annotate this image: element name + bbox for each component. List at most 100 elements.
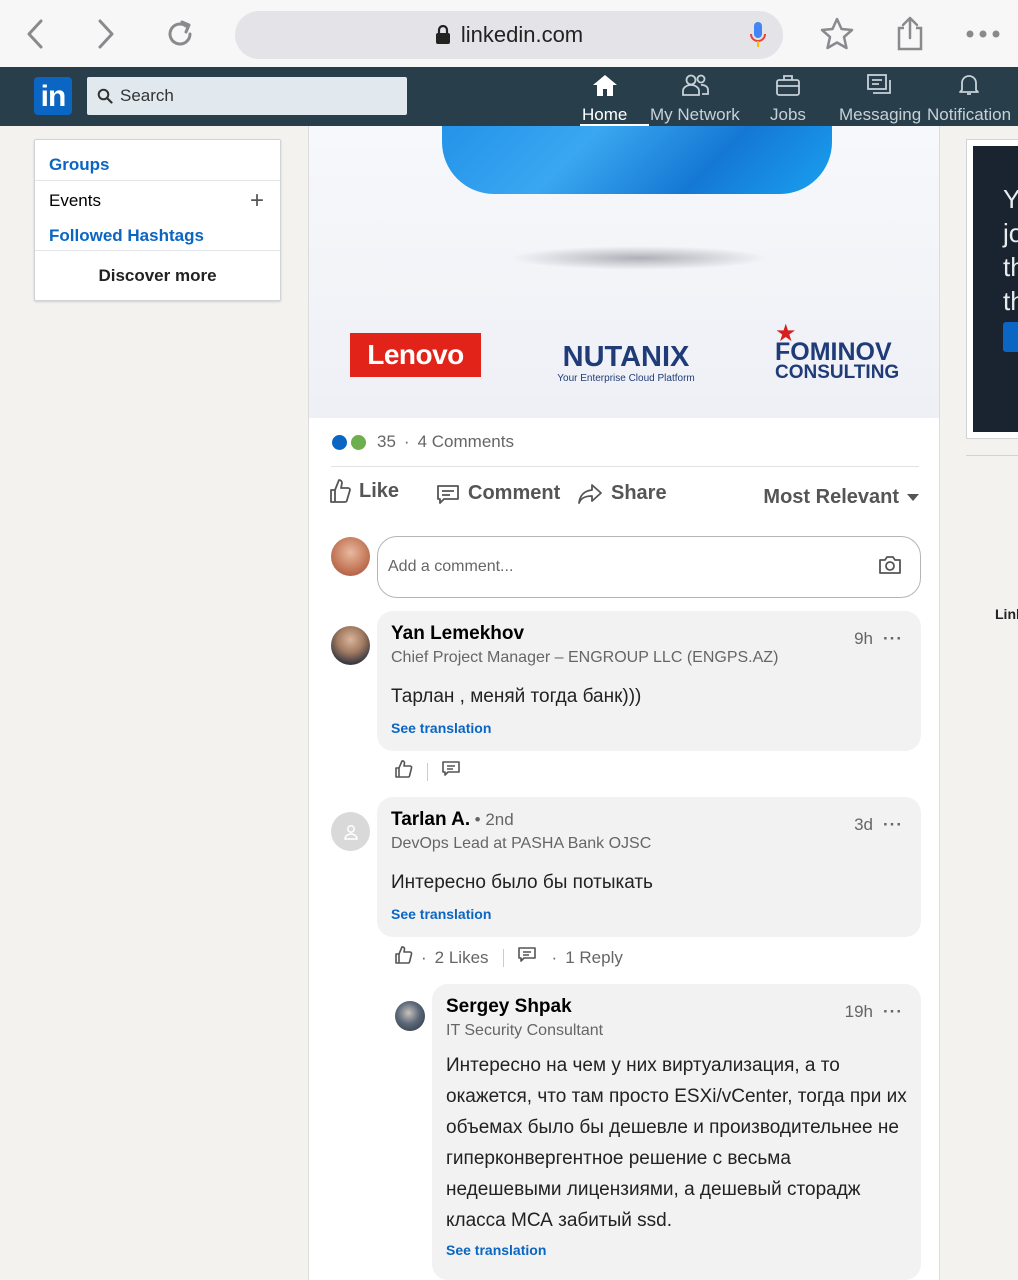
celebrate-reaction-icon [350,433,367,451]
forward-icon[interactable] [86,14,126,54]
fominov-subtitle: CONSULTING [775,362,900,383]
nav-jobs-label: Jobs [770,105,806,124]
see-translation-link[interactable]: See translation [391,906,907,922]
more-options-icon[interactable]: ··· [883,629,903,649]
sidebar-item-followed-hashtags[interactable]: Followed Hashtags [49,226,204,246]
share-button[interactable]: Share [577,482,667,505]
person-placeholder-icon [343,824,358,840]
nav-notifications[interactable]: Notification [927,73,1011,126]
feed-post-card: Lenovo NUTANIX Your Enterprise Cloud Pla… [308,126,940,1280]
address-bar[interactable]: linkedin.com [235,11,783,59]
reload-icon[interactable] [160,14,200,54]
add-event-icon[interactable]: + [250,189,264,213]
comment-bubble: Yan Lemekhov Chief Project Manager – ENG… [377,611,921,751]
messaging-icon [866,73,894,102]
comment-item: Yan Lemekhov Chief Project Manager – ENG… [309,611,939,781]
ad-line: th [1003,252,1018,282]
right-rail-text: Link [995,606,1018,622]
linkedin-logo[interactable]: in [34,77,72,115]
time-label: 9h [854,629,874,648]
likes-count[interactable]: 2 Likes [435,948,489,968]
comment-input[interactable]: Add a comment... [377,536,921,598]
search-placeholder: Search [120,86,174,105]
comment-text: Интересно было бы потыкать [391,872,653,893]
nav-messaging[interactable]: Messaging [839,73,921,126]
comment-label: Comment [468,482,561,504]
time-label: 3d [854,815,874,834]
nav-home[interactable]: Home [579,73,650,126]
linkedin-header: in Search Home My Network Jobs Messaging [0,67,1018,126]
discover-more-button[interactable]: Discover more [35,266,280,286]
lock-icon [435,25,451,45]
ad-banner[interactable]: Yo jo th th [973,146,1018,432]
network-icon [680,73,710,102]
reply-item: Sergey Shpak IT Security Consultant Инте… [377,984,939,1280]
sidebar-item-groups[interactable]: Groups [49,155,109,175]
like-label: Like [359,479,400,502]
like-button[interactable]: Like [329,478,399,504]
commenter-name[interactable]: Sergey Shpak [446,996,907,1018]
sort-dropdown[interactable]: Most Relevant [763,486,919,509]
ad-line: th [1003,286,1018,316]
share-icon[interactable] [890,14,930,54]
commenter-headline: Chief Project Manager – ENGROUP LLC (ENG… [391,649,779,666]
mic-icon[interactable] [749,21,767,55]
see-translation-link[interactable]: See translation [391,720,907,736]
comments-count[interactable]: 4 Comments [418,432,514,452]
comment-bubble: Tarlan A. • 2nd DevOps Lead at PASHA Ban… [377,797,921,937]
comment-item: Tarlan A. • 2nd DevOps Lead at PASHA Ban… [309,797,939,967]
sort-label: Most Relevant [763,486,899,508]
star-icon: ★ [775,320,797,347]
comment-button[interactable]: Comment [436,482,560,505]
back-icon[interactable] [15,14,55,54]
divider [427,762,428,781]
more-icon[interactable] [963,14,1003,54]
cloud-graphic [442,126,832,194]
reply-icon[interactable] [442,761,460,782]
replies-count[interactable]: 1 Reply [565,948,623,968]
comment-text: Интересно на чем у них виртуализация, а … [446,1055,907,1231]
nav-home-label: Home [582,105,628,124]
avatar[interactable] [331,812,370,851]
right-rail-ad[interactable]: Yo jo th th [966,139,1018,439]
nutanix-tagline: Your Enterprise Cloud Platform [557,373,695,384]
sidebar-item-events[interactable]: Events [49,191,101,211]
comment-time: 3d ··· [854,815,903,835]
avatar[interactable] [331,626,370,665]
thumbs-up-icon[interactable] [395,945,413,970]
reactions-count[interactable]: 35 [377,432,396,452]
post-image[interactable]: Lenovo NUTANIX Your Enterprise Cloud Pla… [309,126,939,418]
separator-dot: · [421,947,427,967]
see-translation-link[interactable]: See translation [446,1242,907,1258]
commenter-line: Tarlan A. • 2nd [391,809,907,831]
comment-icon [436,484,460,504]
separator-dot: · [403,432,410,451]
bookmark-star-icon[interactable] [817,14,857,54]
more-options-icon[interactable]: ··· [883,1002,903,1022]
ad-cta-button[interactable] [1003,322,1018,352]
ad-line: Yo [1003,184,1018,214]
avatar[interactable] [331,537,370,576]
commenter-name[interactable]: Yan Lemekhov [391,623,907,645]
commenter-headline: DevOps Lead at PASHA Bank OJSC [391,835,652,852]
comment-bubble: Sergey Shpak IT Security Consultant Инте… [432,984,921,1280]
fominov-logo: ★ FOMINOV CONSULTING [775,320,905,383]
thumbs-up-icon[interactable] [395,759,413,784]
avatar[interactable] [395,1001,425,1031]
search-icon [97,88,113,104]
nav-notifications-label: Notification [927,105,1012,124]
reply-icon[interactable] [517,947,536,968]
more-options-icon[interactable]: ··· [883,815,903,835]
commenter-name[interactable]: Tarlan A. [391,809,470,830]
share-arrow-icon [577,483,603,505]
divider [502,948,504,967]
camera-icon[interactable] [878,555,902,580]
divider [35,180,280,181]
nav-jobs[interactable]: Jobs [770,73,806,126]
social-counts[interactable]: 35 · 4 Comments [331,432,514,452]
divider [966,455,1018,456]
browser-toolbar: linkedin.com [0,0,1018,67]
nav-my-network[interactable]: My Network [650,73,740,126]
share-label: Share [611,482,667,504]
search-input[interactable]: Search [87,77,407,115]
